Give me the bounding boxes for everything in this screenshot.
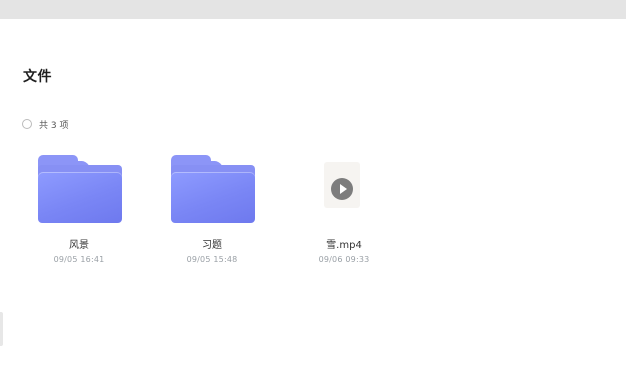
file-name: 习题 (202, 240, 222, 251)
play-icon[interactable] (331, 178, 353, 200)
file-card-folder-scenery[interactable]: 风景 09/05 16:41 (29, 150, 129, 275)
file-date: 09/05 15:48 (186, 255, 238, 264)
folder-icon (171, 155, 255, 223)
top-bar (0, 0, 626, 19)
item-count-row: 共 3 项 (22, 117, 68, 131)
sidebar-collapse-handle[interactable] (0, 312, 3, 346)
folder-icon (38, 155, 122, 223)
select-all-radio[interactable] (22, 119, 32, 129)
file-card-folder-exercises[interactable]: 习题 09/05 15:48 (162, 150, 262, 275)
file-card-video[interactable]: 雪.mp4 09/06 09:33 (294, 150, 394, 275)
section-title: 文件 (23, 69, 52, 85)
file-thumbnail (162, 150, 262, 230)
video-thumbnail (324, 162, 360, 208)
file-date: 09/05 16:41 (53, 255, 105, 264)
item-count-label: 共 3 项 (39, 120, 69, 131)
file-thumbnail (29, 150, 129, 230)
file-date: 09/06 09:33 (318, 255, 370, 264)
file-name: 雪.mp4 (326, 240, 362, 251)
file-name: 风景 (69, 240, 89, 251)
file-thumbnail (294, 150, 394, 230)
